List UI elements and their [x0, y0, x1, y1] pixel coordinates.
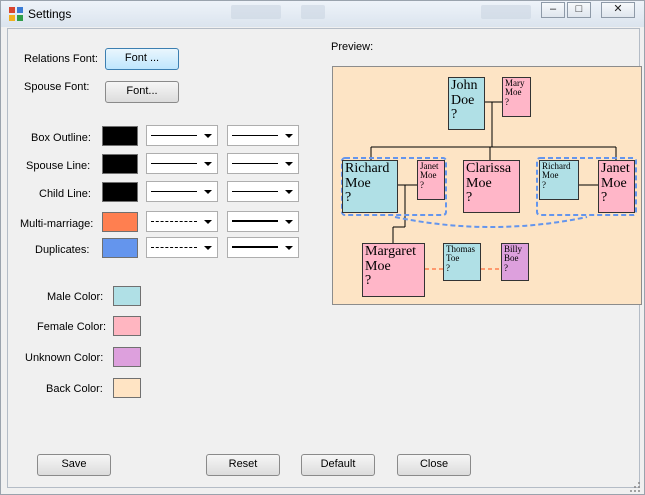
node-first-name: Richard: [345, 161, 390, 176]
node-last-name: Moe: [466, 175, 492, 191]
node-last-name: Moe: [542, 170, 559, 181]
node-unknown-mark: ?: [446, 262, 450, 273]
chevron-down-icon: [204, 162, 212, 166]
node-first-name: Margaret: [365, 244, 417, 259]
back-color-label: Back Color:: [46, 383, 103, 395]
duplicates-width-select[interactable]: [227, 237, 299, 258]
box-outline-width-select[interactable]: [227, 125, 299, 146]
person-node-john-doe: John Doe ?: [448, 77, 485, 130]
node-unknown-mark: ?: [542, 179, 546, 190]
box-outline-label: Box Outline:: [31, 132, 91, 144]
spouse-line-color-swatch[interactable]: [102, 154, 138, 174]
save-button[interactable]: Save: [37, 454, 111, 476]
child-line-label: Child Line:: [39, 188, 91, 200]
male-color-swatch[interactable]: [113, 286, 141, 306]
child-line-width-select[interactable]: [227, 181, 299, 202]
spouse-line-width-select[interactable]: [227, 153, 299, 174]
chevron-down-icon: [285, 246, 293, 250]
duplicates-color-swatch[interactable]: [102, 238, 138, 258]
back-color-swatch[interactable]: [113, 378, 141, 398]
relations-font-label: Relations Font:: [24, 53, 98, 65]
close-icon: ✕: [613, 3, 623, 15]
spouse-line-label: Spouse Line:: [26, 160, 91, 172]
node-last-name: Moe: [345, 175, 371, 191]
node-last-name: Moe: [365, 258, 391, 274]
minimize-button[interactable]: –: [541, 2, 565, 18]
female-color-swatch[interactable]: [113, 316, 141, 336]
duplicates-style-select[interactable]: [146, 237, 218, 258]
female-color-label: Female Color:: [37, 321, 107, 333]
spouse-line-style-select[interactable]: [146, 153, 218, 174]
multi-marriage-label: Multi-marriage:: [20, 218, 94, 230]
chevron-down-icon: [204, 190, 212, 194]
spouse-font-label: Spouse Font:: [24, 81, 90, 93]
duplicates-label: Duplicates:: [35, 244, 90, 256]
node-last-name: Doe: [451, 92, 475, 108]
node-unknown-mark: ?: [504, 262, 508, 273]
person-node-richard-moe-spouse: Richard Moe ?: [539, 160, 579, 200]
preview-label: Preview:: [331, 41, 374, 53]
window-title: Settings: [28, 7, 72, 21]
app-icon: [9, 7, 23, 21]
chevron-down-icon: [285, 134, 293, 138]
reset-button[interactable]: Reset: [206, 454, 280, 476]
chevron-down-icon: [285, 162, 293, 166]
chevron-down-icon: [204, 246, 212, 250]
chevron-down-icon: [204, 134, 212, 138]
background-blur: [481, 5, 531, 19]
close-window-button[interactable]: ✕: [601, 2, 635, 18]
box-outline-color-swatch[interactable]: [102, 126, 138, 146]
chevron-down-icon: [204, 220, 212, 224]
resize-grip-icon[interactable]: [629, 481, 641, 493]
person-node-margaret-moe: Margaret Moe ?: [362, 243, 425, 297]
background-blur: [301, 5, 325, 19]
node-unknown-mark: ?: [451, 107, 458, 123]
node-unknown-mark: ?: [365, 273, 372, 289]
spouse-font-button[interactable]: Font...: [105, 81, 179, 103]
node-first-name: Clarissa: [466, 161, 512, 176]
multi-marriage-style-select[interactable]: [146, 211, 218, 232]
default-button[interactable]: Default: [301, 454, 375, 476]
chevron-down-icon: [285, 190, 293, 194]
child-line-style-select[interactable]: [146, 181, 218, 202]
maximize-button[interactable]: □: [567, 2, 591, 18]
person-node-richard-moe: Richard Moe ?: [342, 160, 398, 213]
node-first-name: John: [451, 78, 478, 93]
node-unknown-mark: ?: [505, 96, 509, 107]
node-unknown-mark: ?: [345, 190, 352, 206]
node-unknown-mark: ?: [601, 190, 608, 206]
node-unknown-mark: ?: [466, 190, 473, 206]
person-node-thomas-toe: Thomas Toe ?: [443, 243, 481, 281]
person-node-janet-moe: Janet Moe ?: [598, 160, 635, 213]
person-node-clarissa-moe: Clarissa Moe ?: [463, 160, 520, 213]
relations-font-button[interactable]: Font ...: [105, 48, 179, 70]
minimize-icon: –: [549, 3, 557, 15]
settings-window: Settings – □ ✕ Relations Font: Font ... …: [0, 0, 645, 495]
person-node-mary-moe: Mary Moe ?: [502, 77, 531, 117]
chevron-down-icon: [285, 220, 293, 224]
multi-marriage-width-select[interactable]: [227, 211, 299, 232]
background-blur: [231, 5, 281, 19]
child-line-color-swatch[interactable]: [102, 182, 138, 202]
unknown-color-label: Unknown Color:: [25, 352, 104, 364]
male-color-label: Male Color:: [47, 291, 104, 303]
node-first-name: Janet: [601, 161, 630, 176]
unknown-color-swatch[interactable]: [113, 347, 141, 367]
maximize-icon: □: [575, 3, 583, 15]
node-last-name: Toe: [446, 253, 460, 264]
box-outline-style-select[interactable]: [146, 125, 218, 146]
person-node-janet-moe-spouse: Janet Moe ?: [417, 160, 445, 200]
duplicate-link-curve: [394, 216, 588, 228]
title-bar[interactable]: Settings – □ ✕: [1, 1, 644, 27]
preview-canvas: John Doe ? Mary Moe ? Richard Moe ? Jane…: [332, 66, 642, 305]
multi-marriage-color-swatch[interactable]: [102, 212, 138, 232]
person-node-billy-boe: Billy Boe ?: [501, 243, 529, 281]
node-unknown-mark: ?: [420, 179, 424, 190]
close-button[interactable]: Close: [397, 454, 471, 476]
node-last-name: Moe: [601, 175, 627, 191]
